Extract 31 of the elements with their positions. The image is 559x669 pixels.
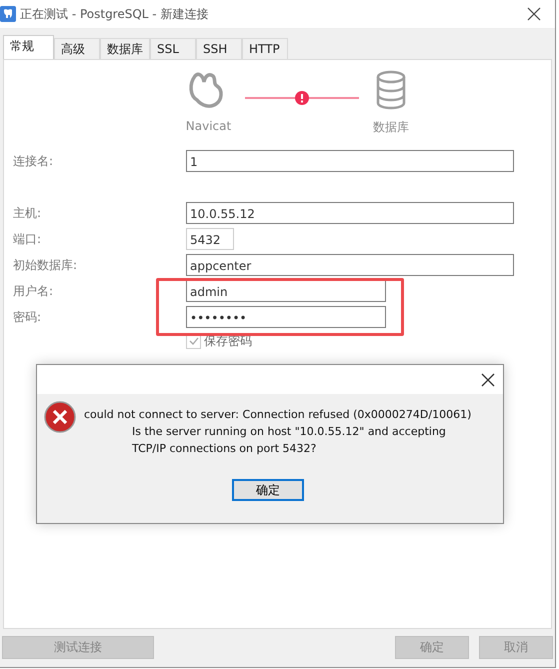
input-field[interactable]: appcenter (186, 254, 514, 276)
tab[interactable]: HTTP (242, 38, 288, 59)
tab[interactable]: 常规 (3, 35, 54, 59)
error-message: TCP/IP connections on port 5432? (131, 441, 318, 457)
error-icon (44, 401, 76, 433)
input-field[interactable]: 1 (186, 150, 514, 172)
error-message: could not connect to server: Connection refused (0x0000274D/10061) (84, 407, 472, 423)
tab[interactable]: 数据库 (100, 38, 150, 59)
input-field[interactable]: admin (186, 280, 386, 302)
error-icon (295, 91, 310, 105)
node-label: Navicat (186, 119, 232, 133)
ok-button[interactable]: 确定 (232, 479, 304, 501)
close-icon[interactable] (527, 7, 541, 21)
database-icon (375, 70, 408, 110)
field-label: 端口: (13, 230, 42, 248)
field-label: 用户名: (13, 282, 54, 300)
tab[interactable]: SSH (196, 38, 242, 59)
close-icon[interactable] (481, 372, 495, 386)
field-label: 密码: (13, 308, 42, 326)
input-field[interactable]: 10.0.55.12 (186, 202, 514, 224)
tab[interactable]: 高级 (54, 38, 100, 59)
window-title: 正在测试 - PostgreSQL - 新建连接 (20, 6, 210, 22)
error-message: Is the server running on host "10.0.55.12" and accepting (131, 424, 447, 440)
node-label: 数据库 (373, 119, 410, 136)
input-field[interactable]: 5432 (186, 228, 234, 250)
field-label: 主机: (13, 204, 42, 222)
field-label: 初始数据库: (13, 256, 78, 274)
tab[interactable]: SSL (150, 38, 196, 59)
field-label: 连接名: (13, 152, 54, 170)
input-field[interactable]: •••••••• (186, 306, 386, 328)
checkmark-icon (188, 335, 200, 347)
